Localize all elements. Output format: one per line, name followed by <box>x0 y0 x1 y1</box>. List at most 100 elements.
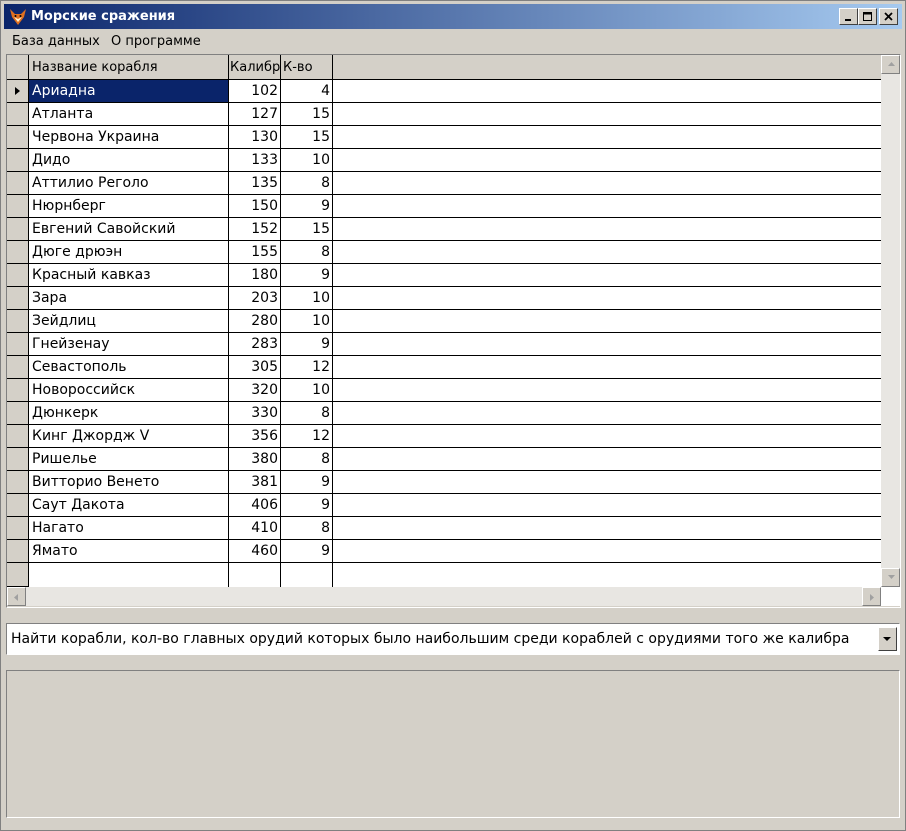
table-row[interactable]: Дюнкерк 330 8 <box>7 402 881 425</box>
ship-name-cell[interactable]: Ариадна <box>29 80 229 103</box>
count-cell[interactable]: 12 <box>281 425 333 448</box>
count-cell[interactable]: 10 <box>281 287 333 310</box>
table-row[interactable]: Зейдлиц 280 10 <box>7 310 881 333</box>
caliber-cell[interactable]: 410 <box>229 517 281 540</box>
row-indicator[interactable] <box>7 80 29 103</box>
scroll-left-button[interactable] <box>7 587 26 606</box>
ship-name-cell[interactable]: Севастополь <box>29 356 229 379</box>
ship-name-cell[interactable]: Аттилио Реголо <box>29 172 229 195</box>
count-cell[interactable]: 8 <box>281 241 333 264</box>
row-indicator[interactable] <box>7 540 29 563</box>
table-row[interactable]: Атланта 127 15 <box>7 103 881 126</box>
ships-grid[interactable]: Название корабля Калибр К-во Ариадна 102 4… <box>6 54 901 608</box>
ship-name-cell[interactable]: Дюнкерк <box>29 402 229 425</box>
caliber-cell[interactable]: 133 <box>229 149 281 172</box>
ship-name-cell[interactable]: Нагато <box>29 517 229 540</box>
horizontal-scrollbar[interactable] <box>7 587 881 606</box>
table-row[interactable]: Витторио Венето 381 9 <box>7 471 881 494</box>
query-select[interactable]: Найти корабли, кол-во главных орудий кот… <box>6 623 900 655</box>
ship-name-cell[interactable]: Зейдлиц <box>29 310 229 333</box>
caliber-cell[interactable]: 380 <box>229 448 281 471</box>
caliber-cell[interactable]: 130 <box>229 126 281 149</box>
caliber-cell[interactable]: 102 <box>229 80 281 103</box>
count-cell[interactable]: 8 <box>281 448 333 471</box>
caliber-cell[interactable]: 203 <box>229 287 281 310</box>
count-cell[interactable]: 9 <box>281 333 333 356</box>
title-bar[interactable]: Морские сражения <box>4 4 902 29</box>
caliber-cell[interactable]: 150 <box>229 195 281 218</box>
row-indicator[interactable] <box>7 103 29 126</box>
row-indicator[interactable] <box>7 287 29 310</box>
count-cell[interactable]: 15 <box>281 218 333 241</box>
table-row[interactable]: Евгений Савойский 152 15 <box>7 218 881 241</box>
column-header-name[interactable]: Название корабля <box>29 55 229 80</box>
count-cell[interactable]: 12 <box>281 356 333 379</box>
table-row[interactable]: Гнейзенау 283 9 <box>7 333 881 356</box>
row-indicator[interactable] <box>7 126 29 149</box>
count-cell[interactable]: 9 <box>281 264 333 287</box>
ship-name-cell[interactable]: Витторио Венето <box>29 471 229 494</box>
menu-about[interactable]: О программе <box>111 34 201 49</box>
row-indicator[interactable] <box>7 517 29 540</box>
close-button[interactable] <box>879 8 898 25</box>
scroll-down-button[interactable] <box>881 568 900 587</box>
maximize-button[interactable] <box>858 8 877 25</box>
row-indicator[interactable] <box>7 241 29 264</box>
row-indicator[interactable] <box>7 425 29 448</box>
count-cell[interactable]: 9 <box>281 471 333 494</box>
row-indicator[interactable] <box>7 218 29 241</box>
row-indicator[interactable] <box>7 333 29 356</box>
table-row[interactable]: Ришелье 380 8 <box>7 448 881 471</box>
row-indicator[interactable] <box>7 471 29 494</box>
ship-name-cell[interactable]: Нюрнберг <box>29 195 229 218</box>
caliber-cell[interactable]: 305 <box>229 356 281 379</box>
table-row[interactable]: Новороссийск 320 10 <box>7 379 881 402</box>
column-header-count[interactable]: К-во <box>281 55 333 80</box>
caliber-cell[interactable]: 406 <box>229 494 281 517</box>
table-row[interactable]: Нюрнберг 150 9 <box>7 195 881 218</box>
row-indicator[interactable] <box>7 264 29 287</box>
row-indicator[interactable] <box>7 356 29 379</box>
table-row[interactable]: Красный кавказ 180 9 <box>7 264 881 287</box>
ship-name-cell[interactable]: Евгений Савойский <box>29 218 229 241</box>
caliber-cell[interactable]: 135 <box>229 172 281 195</box>
count-cell[interactable]: 9 <box>281 540 333 563</box>
table-row[interactable]: Севастополь 305 12 <box>7 356 881 379</box>
caliber-cell[interactable]: 330 <box>229 402 281 425</box>
vertical-scrollbar[interactable] <box>881 55 900 587</box>
table-row[interactable]: Дюге дрюэн 155 8 <box>7 241 881 264</box>
caliber-cell[interactable]: 180 <box>229 264 281 287</box>
count-cell[interactable]: 10 <box>281 310 333 333</box>
table-row[interactable]: Зара 203 10 <box>7 287 881 310</box>
ship-name-cell[interactable]: Червона Украина <box>29 126 229 149</box>
ship-name-cell[interactable]: Новороссийск <box>29 379 229 402</box>
ship-name-cell[interactable]: Ришелье <box>29 448 229 471</box>
column-header-caliber[interactable]: Калибр <box>229 55 281 80</box>
count-cell[interactable]: 10 <box>281 149 333 172</box>
caliber-cell[interactable]: 155 <box>229 241 281 264</box>
table-row[interactable]: Ямато 460 9 <box>7 540 881 563</box>
row-indicator[interactable] <box>7 448 29 471</box>
table-row[interactable]: Ариадна 102 4 <box>7 80 881 103</box>
count-cell[interactable]: 8 <box>281 517 333 540</box>
count-cell[interactable]: 15 <box>281 103 333 126</box>
row-indicator[interactable] <box>7 195 29 218</box>
caliber-cell[interactable]: 280 <box>229 310 281 333</box>
table-row[interactable]: Дидо 133 10 <box>7 149 881 172</box>
count-cell[interactable]: 4 <box>281 80 333 103</box>
scroll-right-button[interactable] <box>862 587 881 606</box>
ship-name-cell[interactable]: Ямато <box>29 540 229 563</box>
count-cell[interactable]: 9 <box>281 195 333 218</box>
table-row[interactable]: Аттилио Реголо 135 8 <box>7 172 881 195</box>
count-cell[interactable]: 8 <box>281 172 333 195</box>
ship-name-cell[interactable]: Зара <box>29 287 229 310</box>
table-row[interactable]: Нагато 410 8 <box>7 517 881 540</box>
count-cell[interactable]: 10 <box>281 379 333 402</box>
row-indicator[interactable] <box>7 494 29 517</box>
ship-name-cell[interactable]: Дюге дрюэн <box>29 241 229 264</box>
row-indicator[interactable] <box>7 379 29 402</box>
caliber-cell[interactable]: 460 <box>229 540 281 563</box>
row-indicator[interactable] <box>7 310 29 333</box>
ship-name-cell[interactable]: Атланта <box>29 103 229 126</box>
caliber-cell[interactable]: 152 <box>229 218 281 241</box>
